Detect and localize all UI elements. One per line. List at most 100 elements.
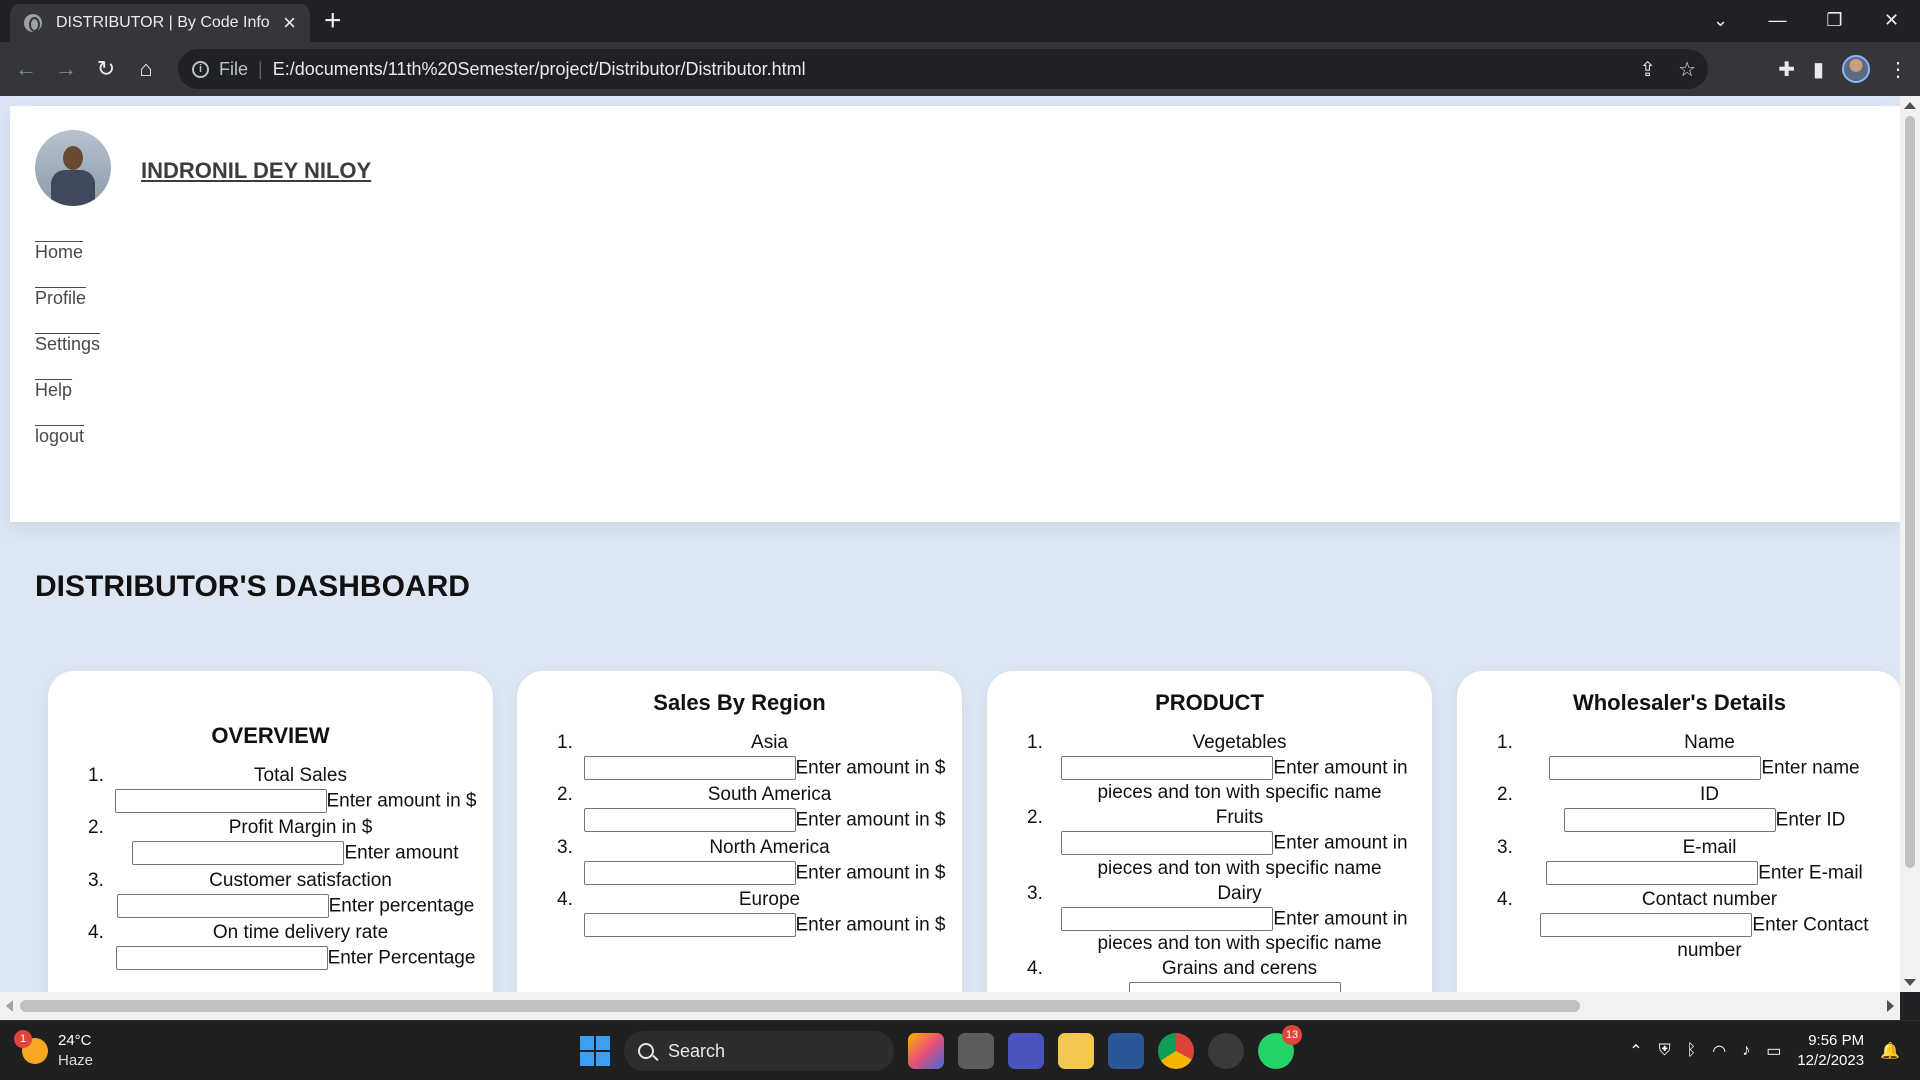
south-america-input[interactable] bbox=[583, 808, 796, 833]
dairy-input[interactable] bbox=[1061, 906, 1274, 931]
input-hint: Enter amount in bbox=[1273, 757, 1408, 779]
omnibox-actions: ⇪ ☆ bbox=[1639, 57, 1696, 82]
defender-shield-icon[interactable]: ⛨ bbox=[1659, 1042, 1671, 1060]
reload-icon[interactable]: ↻ bbox=[86, 56, 126, 82]
scroll-left-icon[interactable] bbox=[6, 1000, 13, 1012]
teams-icon[interactable] bbox=[1008, 1033, 1044, 1069]
nav-label[interactable]: Settings bbox=[35, 334, 100, 354]
nav-item-home[interactable]: Home bbox=[35, 242, 100, 288]
copilot-icon[interactable] bbox=[908, 1033, 944, 1069]
horizontal-scroll-thumb[interactable] bbox=[20, 1000, 1580, 1012]
nav-item-logout[interactable]: logout bbox=[35, 426, 100, 472]
nav-item-help[interactable]: Help bbox=[35, 380, 100, 426]
close-tab-icon[interactable]: × bbox=[283, 12, 296, 34]
sales-by-region-card: Sales By Region 1. Asia Enter amount in … bbox=[517, 671, 962, 992]
scroll-up-icon[interactable] bbox=[1904, 102, 1916, 109]
windows-start-icon[interactable] bbox=[580, 1036, 610, 1066]
profile-avatar-icon[interactable] bbox=[1842, 55, 1870, 83]
task-view-icon[interactable] bbox=[958, 1033, 994, 1069]
vegetables-input[interactable] bbox=[1061, 755, 1274, 780]
wifi-icon[interactable]: ◠ bbox=[1712, 1041, 1726, 1061]
chevron-up-icon[interactable]: ⌃ bbox=[1629, 1041, 1642, 1061]
taskbar-search[interactable]: Search bbox=[624, 1031, 894, 1071]
username-link[interactable]: INDRONIL DEY NILOY bbox=[141, 158, 371, 184]
on-time-delivery-input[interactable] bbox=[115, 946, 328, 971]
scroll-right-icon[interactable] bbox=[1887, 1000, 1894, 1012]
close-window-icon[interactable]: ✕ bbox=[1863, 10, 1920, 31]
region-list: 1. Asia Enter amount in $ 2. South Ameri… bbox=[517, 730, 962, 938]
address-bar[interactable]: i File | E:/documents/11th%20Semester/pr… bbox=[178, 49, 1708, 89]
bookmark-star-icon[interactable]: ☆ bbox=[1678, 57, 1696, 82]
item-number: 3. bbox=[557, 836, 573, 858]
customer-satisfaction-input[interactable] bbox=[116, 893, 329, 918]
vertical-scrollbar[interactable] bbox=[1900, 96, 1920, 992]
item-number: 3. bbox=[88, 869, 104, 891]
clock[interactable]: 9:56 PM 12/2/2023 bbox=[1797, 1031, 1864, 1071]
input-row: Enter amount in $ bbox=[517, 912, 962, 938]
bluetooth-icon[interactable]: ᛒ bbox=[1687, 1042, 1697, 1060]
windows-taskbar: 1 24°C Haze Search 13 ⌃ ⛨ ᛒ ◠ ♪ ▭ 9:56 P… bbox=[0, 1020, 1920, 1080]
input-row: Enter amount in bbox=[987, 830, 1432, 856]
notification-bell-icon[interactable]: 🔔 bbox=[1880, 1041, 1900, 1061]
item-label: Dairy bbox=[1217, 882, 1262, 904]
input-hint: Enter amount in $ bbox=[795, 914, 946, 936]
url-text[interactable]: E:/documents/11th%20Semester/project/Dis… bbox=[273, 59, 806, 80]
nav-item-profile[interactable]: Profile bbox=[35, 288, 100, 334]
item-label: Vegetables bbox=[1192, 732, 1287, 753]
restore-icon[interactable]: ❐ bbox=[1806, 10, 1863, 31]
contact-number-input[interactable] bbox=[1540, 913, 1753, 938]
profit-margin-input[interactable] bbox=[132, 841, 345, 866]
search-icon bbox=[638, 1043, 654, 1059]
input-hint: Enter amount in $ bbox=[326, 790, 477, 812]
home-icon[interactable]: ⌂ bbox=[126, 56, 166, 82]
side-panel-icon[interactable]: ▮ bbox=[1813, 57, 1824, 82]
email-input[interactable] bbox=[1546, 860, 1759, 885]
horizontal-scrollbar[interactable] bbox=[0, 992, 1900, 1020]
list-item: 4. Contact number Enter Contact number bbox=[1457, 887, 1900, 962]
nav-label[interactable]: Help bbox=[35, 380, 72, 400]
obs-icon[interactable] bbox=[1208, 1033, 1244, 1069]
grains-input[interactable] bbox=[1128, 982, 1341, 992]
item-number: 2. bbox=[1497, 784, 1513, 806]
vertical-scroll-thumb[interactable] bbox=[1905, 116, 1915, 868]
word-icon[interactable] bbox=[1108, 1033, 1144, 1069]
whatsapp-icon[interactable]: 13 bbox=[1258, 1025, 1302, 1069]
url-scheme: File bbox=[219, 58, 249, 79]
menu-kebab-icon[interactable]: ⋮ bbox=[1888, 57, 1908, 82]
asia-input[interactable] bbox=[583, 755, 796, 780]
fruits-input[interactable] bbox=[1061, 831, 1274, 856]
battery-icon[interactable]: ▭ bbox=[1766, 1041, 1781, 1061]
new-tab-button[interactable]: + bbox=[324, 6, 342, 36]
scroll-down-icon[interactable] bbox=[1904, 979, 1916, 986]
id-input[interactable] bbox=[1563, 808, 1776, 833]
nav-label[interactable]: logout bbox=[35, 426, 84, 446]
total-sales-input[interactable] bbox=[114, 788, 327, 813]
europe-input[interactable] bbox=[583, 913, 796, 938]
name-input[interactable] bbox=[1549, 755, 1762, 780]
nav-label[interactable]: Home bbox=[35, 242, 83, 262]
list-item: 2. Fruits Enter amount in pieces and ton… bbox=[987, 805, 1432, 880]
item-number: 2. bbox=[88, 817, 104, 839]
extensions-icon[interactable]: ✚ bbox=[1778, 57, 1795, 82]
list-item: 1. Total Sales Enter amount in $ bbox=[48, 763, 493, 813]
forward-icon[interactable]: → bbox=[46, 56, 86, 82]
input-hint-continued: pieces and ton with specific name bbox=[1097, 857, 1382, 879]
file-explorer-icon[interactable] bbox=[1058, 1033, 1094, 1069]
input-row: Enter E-mail bbox=[1457, 860, 1900, 885]
back-icon[interactable]: ← bbox=[6, 56, 46, 82]
info-icon[interactable]: i bbox=[192, 60, 209, 78]
nav-item-settings[interactable]: Settings bbox=[35, 334, 100, 380]
card-title: Sales By Region bbox=[653, 690, 826, 715]
volume-icon[interactable]: ♪ bbox=[1742, 1042, 1750, 1060]
browser-tab[interactable]: DISTRIBUTOR | By Code Info × bbox=[10, 4, 310, 42]
minimize-icon[interactable]: — bbox=[1749, 10, 1806, 31]
weather-widget[interactable]: 1 24°C Haze bbox=[14, 1030, 93, 1071]
share-icon[interactable]: ⇪ bbox=[1639, 57, 1656, 82]
nav-label[interactable]: Profile bbox=[35, 288, 86, 308]
north-america-input[interactable] bbox=[583, 860, 796, 885]
toolbar-right: ✚ ▮ ⋮ bbox=[1778, 42, 1908, 96]
tab-search-icon[interactable]: ⌄ bbox=[1692, 10, 1749, 31]
card-title: PRODUCT bbox=[1155, 690, 1264, 715]
chrome-icon[interactable] bbox=[1158, 1033, 1194, 1069]
item-label: On time delivery rate bbox=[212, 922, 389, 944]
